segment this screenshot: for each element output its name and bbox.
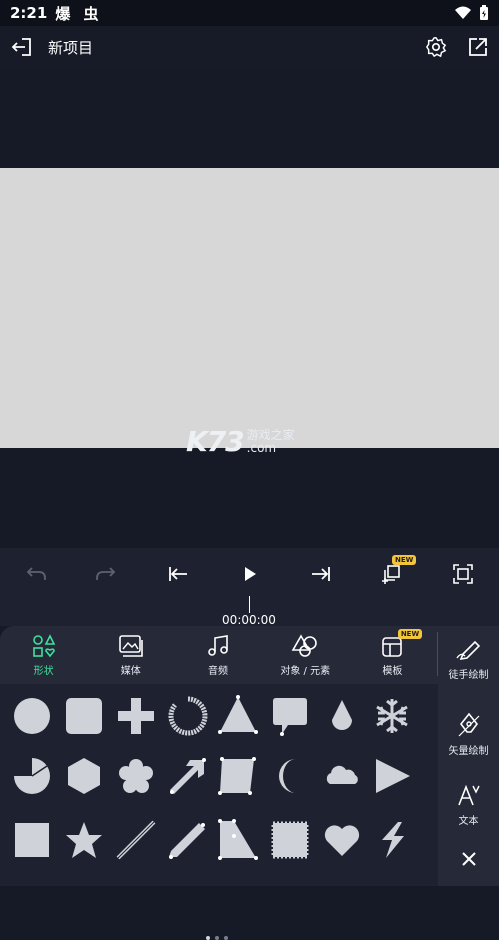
jump-to-start-button[interactable] [162,558,194,590]
skip-start-icon [169,567,187,581]
status-time: 2:21 [10,4,48,22]
shape-stamp[interactable] [268,818,312,862]
shape-circle[interactable] [10,694,54,738]
shape-triangle[interactable] [216,694,260,738]
exit-icon [11,38,31,56]
shape-pie[interactable] [10,754,54,798]
shape-line[interactable] [114,818,158,862]
tab-templates-label: 模板 [382,665,403,677]
shape-hexagon[interactable] [62,754,106,798]
vector-label: 矢量绘制 [448,746,489,757]
shape-rounded-square[interactable] [62,694,106,738]
exit-button[interactable] [8,33,36,61]
tab-shapes-label: 形状 [33,665,54,677]
wifi-icon [455,6,471,19]
vector-pen-icon [458,712,479,737]
fit-screen-icon [453,564,473,584]
close-panel-button[interactable] [438,851,499,867]
battery-icon [480,5,488,20]
redo-icon [96,567,116,580]
category-tabs: 形状 媒体 音频 对象 / 元素 NEW 模板 [0,626,436,684]
play-icon [245,567,256,581]
fit-screen-button[interactable] [447,558,479,590]
tab-objects-label: 对象 / 元素 [280,665,331,677]
text-label: 文本 [458,816,479,827]
watermark: K73 游戏之家 .com [186,425,295,458]
vector-draw-button[interactable]: 矢量绘制 [438,710,499,757]
objects-icon [291,633,318,657]
canvas-background-bottom [0,448,499,548]
freehand-pen-icon [455,640,480,661]
project-canvas[interactable] [0,168,499,448]
tab-shapes[interactable]: 形状 [0,626,87,684]
shape-star[interactable] [62,818,106,862]
shape-square[interactable] [10,818,54,862]
freehand-label: 徒手绘制 [448,670,489,681]
play-button[interactable] [234,558,266,590]
drawing-tools: 徒手绘制 矢量绘制 文本 [438,626,499,886]
shape-l-shape[interactable] [216,818,260,862]
shape-drop[interactable] [320,694,364,738]
text-button[interactable]: 文本 [438,782,499,827]
freehand-draw-button[interactable]: 徒手绘制 [438,638,499,681]
add-layer-icon [382,565,400,584]
close-icon [461,852,476,866]
shape-speech-bubble[interactable] [268,694,312,738]
playhead[interactable] [249,596,250,614]
element-panel: 形状 媒体 音频 对象 / 元素 NEW 模板 徒手绘制 矢量绘制 文本 [0,626,499,940]
shapes-icon [32,633,55,657]
page-indicator [206,936,228,940]
jump-to-end-button[interactable] [305,558,337,590]
shape-quadrilateral[interactable] [216,754,260,798]
shapes-grid [0,684,438,940]
tab-objects[interactable]: 对象 / 元素 [262,626,349,684]
redo-button[interactable] [90,558,122,590]
shape-play-triangle[interactable] [370,754,414,798]
add-layer-button[interactable]: NEW [376,555,417,590]
canvas-background-top [0,68,499,168]
watermark-line1: 游戏之家 [246,427,295,442]
shape-crescent[interactable] [268,754,312,798]
templates-new-badge: NEW [397,629,423,639]
undo-button[interactable] [20,558,52,590]
shape-ring[interactable] [166,694,210,738]
status-bar: 2:21 爆 虫 [0,0,499,26]
tab-audio[interactable]: 音频 [174,626,261,684]
watermark-line2: .com [246,440,277,455]
shape-plus[interactable] [114,694,158,738]
shape-flower[interactable] [114,754,158,798]
watermark-logo: K73 [186,425,245,458]
tab-audio-label: 音频 [208,665,228,677]
tab-media[interactable]: 媒体 [87,626,174,684]
shape-heart[interactable] [320,818,364,862]
top-bar: 新项目 [0,26,499,68]
status-notification: 爆 虫 [55,4,103,23]
text-icon [457,784,480,806]
export-button[interactable] [465,34,491,60]
music-note-icon [208,634,228,656]
media-icon [118,634,143,657]
shape-cloud[interactable] [320,754,364,798]
project-title[interactable]: 新项目 [48,37,93,58]
tab-media-label: 媒体 [120,665,141,677]
export-icon [469,38,487,56]
tab-templates[interactable]: NEW 模板 [349,626,436,684]
shape-snowflake[interactable] [370,694,414,738]
gear-icon [425,37,447,58]
undo-icon [26,567,46,580]
settings-button[interactable] [423,34,449,60]
new-badge: NEW [392,555,417,565]
shape-lightning[interactable] [370,818,414,862]
skip-end-icon [312,567,330,581]
shape-pencil-line[interactable] [166,818,210,862]
shape-arrow[interactable] [166,754,210,798]
